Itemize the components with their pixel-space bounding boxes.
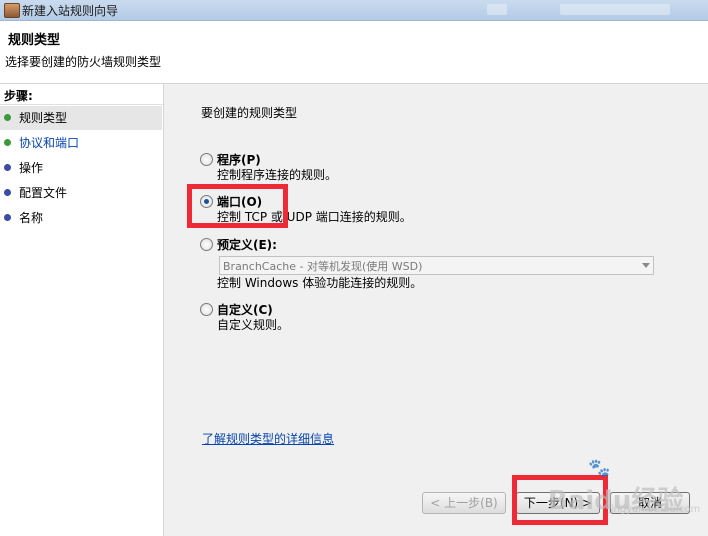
step-label: 操作 [19,161,44,175]
step-label: 协议和端口 [19,136,80,150]
next-button[interactable]: 下一步(N) > [516,492,600,514]
firewall-app-icon [4,3,20,18]
cancel-button[interactable]: 取消 [610,492,690,514]
chevron-down-icon [642,263,650,268]
background-window-ghost [487,4,507,15]
back-button[interactable]: < 上一步(B) [422,492,506,514]
divider [0,104,163,105]
port-radio[interactable] [200,195,213,208]
page-title: 规则类型 [8,33,61,48]
wizard-header: 规则类型 选择要创建的防火墙规则类型 [0,21,708,84]
option-label: 预定义(E): [217,238,277,252]
option-description: 控制 Windows 体验功能连接的规则。 [217,276,423,290]
steps-heading: 步骤: [4,89,33,103]
steps-sidebar: 步骤: 规则类型 协议和端口 操作 配置文件 名称 [0,84,164,536]
rule-type-question: 要创建的规则类型 [201,106,298,120]
step-protocol-port[interactable]: 协议和端口 [0,131,162,155]
predefined-select[interactable]: BranchCache - 对等机发现(使用 WSD) [219,256,654,275]
option-description: 控制 TCP 或 UDP 端口连接的规则。 [217,210,412,224]
step-bullet-icon [4,189,11,196]
step-action[interactable]: 操作 [0,156,162,180]
step-bullet-icon [4,214,11,221]
step-label: 配置文件 [19,186,68,200]
title-bar: 新建入站规则向导 [0,0,708,21]
predefined-radio[interactable] [200,238,213,251]
option-description: 自定义规则。 [217,318,290,332]
program-radio[interactable] [200,153,213,166]
step-bullet-icon [4,164,11,171]
step-bullet-icon [4,114,11,121]
learn-more-link[interactable]: 了解规则类型的详细信息 [202,430,334,447]
step-rule-type[interactable]: 规则类型 [0,106,162,130]
background-window-ghost [560,4,670,15]
step-name[interactable]: 名称 [0,206,162,230]
predefined-select-value: BranchCache - 对等机发现(使用 WSD) [223,260,423,273]
wizard-content: 要创建的规则类型 程序(P) 控制程序连接的规则。 端口(O) 控制 TCP 或… [164,84,708,536]
custom-radio[interactable] [200,303,213,316]
page-subtitle: 选择要创建的防火墙规则类型 [5,55,162,69]
step-label: 名称 [19,211,44,225]
step-bullet-icon [4,139,11,146]
window-title: 新建入站规则向导 [22,4,119,18]
option-description: 控制程序连接的规则。 [217,168,338,182]
step-profile[interactable]: 配置文件 [0,181,162,205]
step-label: 规则类型 [19,111,68,125]
